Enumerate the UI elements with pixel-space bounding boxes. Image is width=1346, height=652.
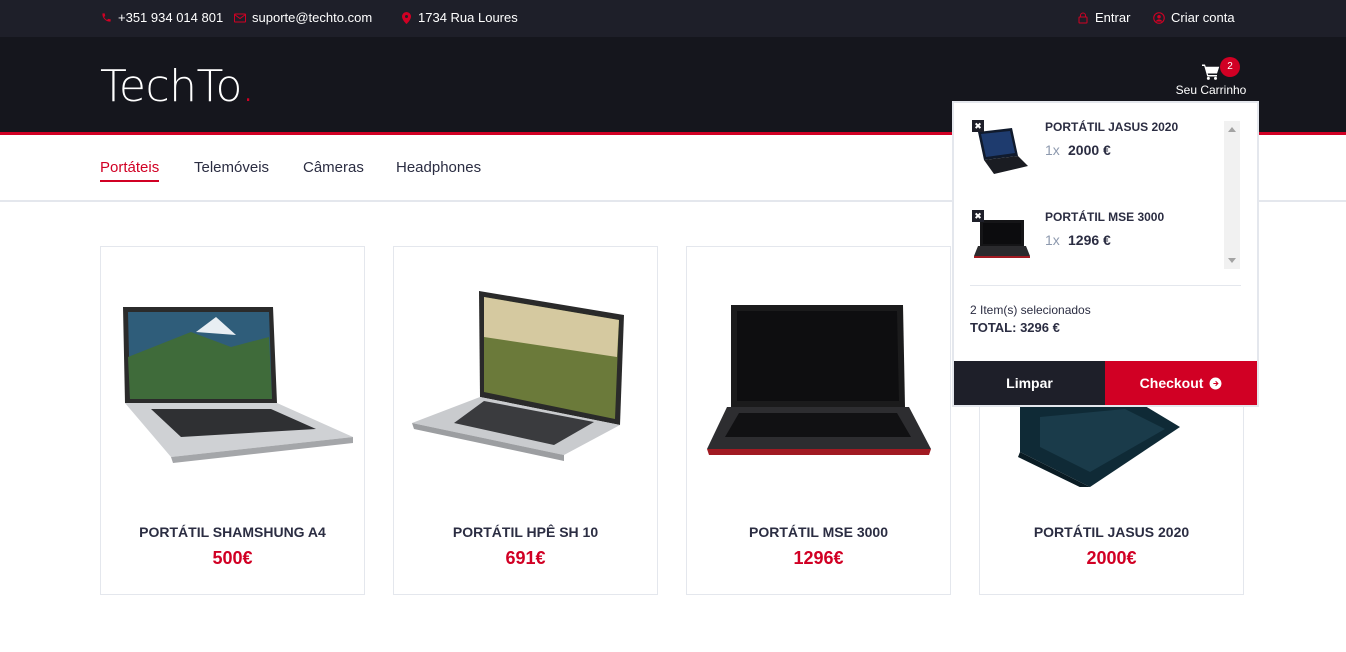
cart-scrollbar[interactable]	[1224, 121, 1240, 269]
email-contact[interactable]: suporte@techto.com	[234, 10, 372, 25]
logo[interactable]: TechTo.	[100, 61, 255, 112]
product-image	[707, 305, 931, 455]
product-price: 1296€	[793, 548, 844, 568]
product-card[interactable]: PORTÁTIL HPÊ SH 10 691€	[393, 246, 658, 595]
shopping-cart-icon	[1202, 64, 1220, 80]
cart-dropdown: ✖ PORTÁTIL JASUS 2020 1x 2000 € ✖ PORTÁT…	[954, 103, 1257, 405]
email-text: suporte@techto.com	[252, 10, 373, 25]
register-link[interactable]: Criar conta	[1153, 10, 1235, 25]
register-text: Criar conta	[1171, 10, 1235, 25]
user-icon	[1153, 11, 1165, 24]
cart-item-price: 2000 €	[1068, 142, 1111, 158]
remove-item-button[interactable]: ✖	[972, 210, 984, 222]
scroll-down-arrow-icon[interactable]	[1228, 258, 1236, 263]
checkout-button[interactable]: Checkout	[1105, 361, 1257, 405]
cart-item-qty: 1x	[1045, 232, 1060, 248]
product-card[interactable]: PORTÁTIL MSE 3000 1296€	[686, 246, 951, 595]
clear-cart-button[interactable]: Limpar	[954, 361, 1105, 405]
lock-icon	[1077, 12, 1089, 24]
envelope-icon	[234, 12, 246, 24]
cart-button[interactable]: 2 Seu Carrinho	[1166, 57, 1256, 97]
nav-item-cameras[interactable]: Câmeras	[303, 159, 364, 180]
nav-item-telemoveis[interactable]: Telemóveis	[194, 159, 269, 180]
top-bar: +351 934 014 801 suporte@techto.com 1734…	[0, 0, 1346, 37]
login-link[interactable]: Entrar	[1077, 10, 1130, 25]
phone-contact[interactable]: +351 934 014 801	[100, 10, 223, 25]
cart-label: Seu Carrinho	[1175, 83, 1247, 97]
phone-text: +351 934 014 801	[118, 10, 224, 25]
remove-item-button[interactable]: ✖	[972, 120, 984, 132]
cart-item: ✖ PORTÁTIL JASUS 2020 1x 2000 €	[970, 118, 1225, 198]
product-card[interactable]: PORTÁTIL SHAMSHUNG A4 500€	[100, 246, 365, 595]
phone-icon	[100, 12, 112, 24]
login-text: Entrar	[1095, 10, 1131, 25]
cart-item: ✖ PORTÁTIL MSE 3000 1x 1296 €	[970, 208, 1225, 271]
cart-total: TOTAL: 3296 €	[970, 320, 1060, 335]
product-price: 691€	[505, 548, 546, 568]
product-name[interactable]: PORTÁTIL HPÊ SH 10	[394, 524, 657, 540]
cart-summary: 2 Item(s) selecionados	[970, 303, 1091, 317]
scroll-up-arrow-icon[interactable]	[1228, 127, 1236, 132]
divider	[970, 285, 1241, 286]
address-contact[interactable]: 1734 Rua Loures	[400, 10, 518, 25]
cart-item-list[interactable]: ✖ PORTÁTIL JASUS 2020 1x 2000 € ✖ PORTÁT…	[970, 118, 1240, 271]
logo-text: TechTo	[100, 61, 242, 112]
cart-item-name[interactable]: PORTÁTIL JASUS 2020	[1045, 120, 1178, 134]
product-price: 2000€	[1086, 548, 1137, 568]
clear-cart-label: Limpar	[1006, 375, 1053, 391]
cart-item-name[interactable]: PORTÁTIL MSE 3000	[1045, 210, 1164, 224]
map-marker-icon	[400, 11, 412, 24]
product-image	[123, 307, 353, 463]
checkout-label: Checkout	[1139, 375, 1204, 391]
arrow-circle-right-icon	[1209, 377, 1222, 390]
product-image	[412, 291, 624, 461]
nav-item-portateis[interactable]: Portáteis	[100, 159, 160, 182]
product-name[interactable]: PORTÁTIL SHAMSHUNG A4	[101, 524, 364, 540]
product-name[interactable]: PORTÁTIL MSE 3000	[687, 524, 950, 540]
logo-dot: .	[241, 61, 255, 112]
nav-item-headphones[interactable]: Headphones	[396, 159, 481, 180]
cart-item-price: 1296 €	[1068, 232, 1111, 248]
product-name[interactable]: PORTÁTIL JASUS 2020	[980, 524, 1243, 540]
product-price: 500€	[212, 548, 253, 568]
address-text: 1734 Rua Loures	[418, 10, 518, 25]
cart-count-badge: 2	[1220, 57, 1240, 77]
cart-item-qty: 1x	[1045, 142, 1060, 158]
